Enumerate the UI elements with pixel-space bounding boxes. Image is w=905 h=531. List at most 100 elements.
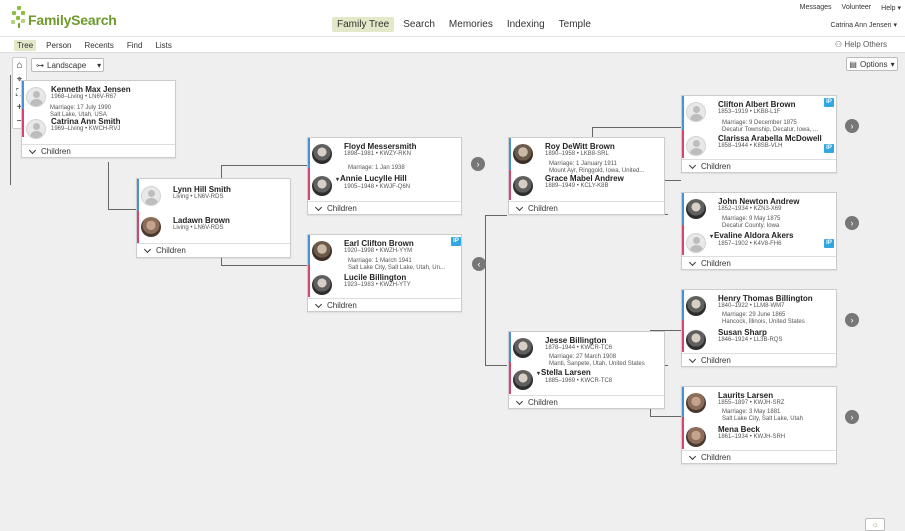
children-toggle[interactable]: Children [682,353,836,367]
person-clifton[interactable]: Clifton Albert Brown 1853–1919 • LKB8-L1… [682,100,836,122]
children-toggle[interactable]: Children [137,243,290,257]
chevron-down-icon[interactable]: ▾ [710,234,713,240]
person-name: Roy DeWitt Brown [545,142,615,151]
avatar [686,102,706,122]
collapse-left-icon[interactable]: ‹ [472,257,486,271]
couple-card: Henry Thomas Billington 1840–1922 • LLM8… [681,289,837,367]
sub-nav: Tree Person Recents Find Lists [14,40,175,51]
nav-family-tree[interactable]: Family Tree [332,17,395,32]
chevron-down-icon: ▾ [890,59,895,69]
person-catrina[interactable]: Catrina Ann Smith 1969–Living • KWCH-RVJ [22,117,175,139]
person-grace[interactable]: Grace Mabel Andrew 1889–1949 • KCLY-K8B [509,174,664,196]
person-annie[interactable]: ▾Annie Lucylle Hill 1905–1948 • KWJF-Q6N [308,174,461,196]
person-name: Grace Mabel Andrew [545,174,624,183]
person-name: Annie Lucylle Hill [340,174,407,183]
person-mena[interactable]: Mena Beck 1861–1934 • KWJH-SRH [682,425,836,447]
options-button[interactable]: ▤ Options ▾ [846,57,898,71]
tree-logo-icon [11,6,27,28]
chevron-down-icon [688,258,697,266]
person-name: Jesse Billington [545,336,607,345]
subnav-tree[interactable]: Tree [14,40,37,51]
nav-indexing[interactable]: Indexing [502,17,550,32]
nav-search[interactable]: Search [398,17,440,32]
view-mode-select[interactable]: ⊶ Landscape ▾ [31,58,104,72]
chevron-down-icon [515,397,524,405]
person-lynn[interactable]: Lynn Hill Smith Living • LN6V-RDS [137,184,290,206]
couple-card: IP IP Clifton Albert Brown 1853–1919 • L… [681,95,837,173]
avatar [312,176,332,196]
chevron-down-icon[interactable]: ▾ [537,371,540,377]
help-others-link[interactable]: ⚇ Help Others [835,40,887,49]
user-menu[interactable]: Catrina Ann Jensen ▾ [830,21,897,29]
person-meta: 1840–1922 • LLM8-WM7 [718,303,785,310]
person-stella[interactable]: ▾Stella Larsen 1885–1969 • KWCR-TC8 [509,368,664,390]
children-label: Children [327,204,357,213]
children-toggle[interactable]: Children [22,144,175,158]
person-meta: 1890–1958 • LKB8-SRL [545,151,609,158]
connector-line [485,365,507,366]
person-name: Lynn Hill Smith [173,185,231,194]
expand-right-icon[interactable]: › [845,313,859,327]
expand-right-icon[interactable]: › [845,119,859,133]
avatar [686,136,706,156]
subnav-recents[interactable]: Recents [82,40,117,51]
marriage-info: Marriage: 1 Jan 1938 [348,165,405,171]
chevron-down-icon [688,355,697,363]
person-susan[interactable]: Susan Sharp 1846–1924 • LL3B-RQS [682,328,836,350]
children-toggle[interactable]: Children [308,201,461,215]
chevron-down-icon: ▾ [97,60,102,70]
help-menu[interactable]: Help ▾ [881,4,901,12]
person-name: Henry Thomas Billington [718,294,813,303]
person-evaline[interactable]: ▾Evaline Aldora Akers 1857–1902 • K4V8-F… [682,231,836,253]
chevron-down-icon [143,245,152,253]
children-toggle[interactable]: Children [308,298,461,312]
person-floyd[interactable]: Floyd Messersmith 1898–1981 • KWZY-RKN [308,142,461,164]
children-toggle[interactable]: Children [682,159,836,173]
person-meta: 1969–Living • KWCH-RVJ [51,126,121,133]
avatar [686,393,706,413]
expand-right-icon[interactable]: › [845,410,859,424]
avatar [513,338,533,358]
chevron-down-icon [515,203,524,211]
avatar [686,296,706,316]
expand-right-icon[interactable]: › [471,157,485,171]
avatar [312,275,332,295]
chevron-down-icon [314,300,323,308]
person-meta: 1855–1897 • KWJH-SRZ [718,400,785,407]
chevron-down-icon[interactable]: ▾ [336,177,339,183]
person-name: Laurits Larsen [718,391,774,400]
avatar [26,87,46,107]
children-toggle[interactable]: Children [509,201,664,215]
view-mode-label: Landscape [47,60,87,70]
avatar [513,370,533,390]
nav-temple[interactable]: Temple [554,17,596,32]
children-label: Children [701,162,731,171]
volunteer-link[interactable]: Volunteer [842,4,872,12]
familysearch-logo[interactable]: FamilySearch [11,6,117,28]
person-name: Mena Beck [718,425,760,434]
marriage-info: Marriage: 27 March 1908 Manti, Sanpete, U… [549,354,645,368]
person-ladawn[interactable]: Ladawn Brown Living • LN6V-RDS [137,215,290,237]
subnav-lists[interactable]: Lists [152,40,174,51]
children-toggle[interactable]: Children [682,450,836,464]
couple-card: IP Earl Clifton Brown 1920–1998 • KWZH-Y… [307,234,462,312]
lightbulb-icon[interactable]: ☼ [865,518,885,531]
messages-link[interactable]: Messages [800,4,832,12]
person-kenneth[interactable]: Kenneth Max Jensen 1968–Living • LN6V-R6… [22,85,175,107]
couple-card: Laurits Larsen 1855–1897 • KWJH-SRZ Marr… [681,386,837,464]
person-clarissa[interactable]: Clarissa Arabella McDowell 1858–1944 • K… [682,134,836,156]
nav-memories[interactable]: Memories [444,17,498,32]
children-label: Children [156,246,186,255]
marriage-info: Marriage: 1 March 1941 Salt Lake City, Sa… [348,258,445,272]
subnav-find[interactable]: Find [124,40,146,51]
home-icon[interactable]: ⌂ [13,58,26,72]
expand-right-icon[interactable]: › [845,216,859,230]
children-toggle[interactable]: Children [682,256,836,270]
children-label: Children [528,398,558,407]
person-name: Stella Larsen [541,368,591,377]
children-label: Children [528,204,558,213]
children-toggle[interactable]: Children [509,395,664,409]
children-label: Children [41,147,71,156]
person-lucile[interactable]: Lucile Billington 1923–1983 • KWZH-YTY [308,273,461,295]
subnav-person[interactable]: Person [43,40,74,51]
